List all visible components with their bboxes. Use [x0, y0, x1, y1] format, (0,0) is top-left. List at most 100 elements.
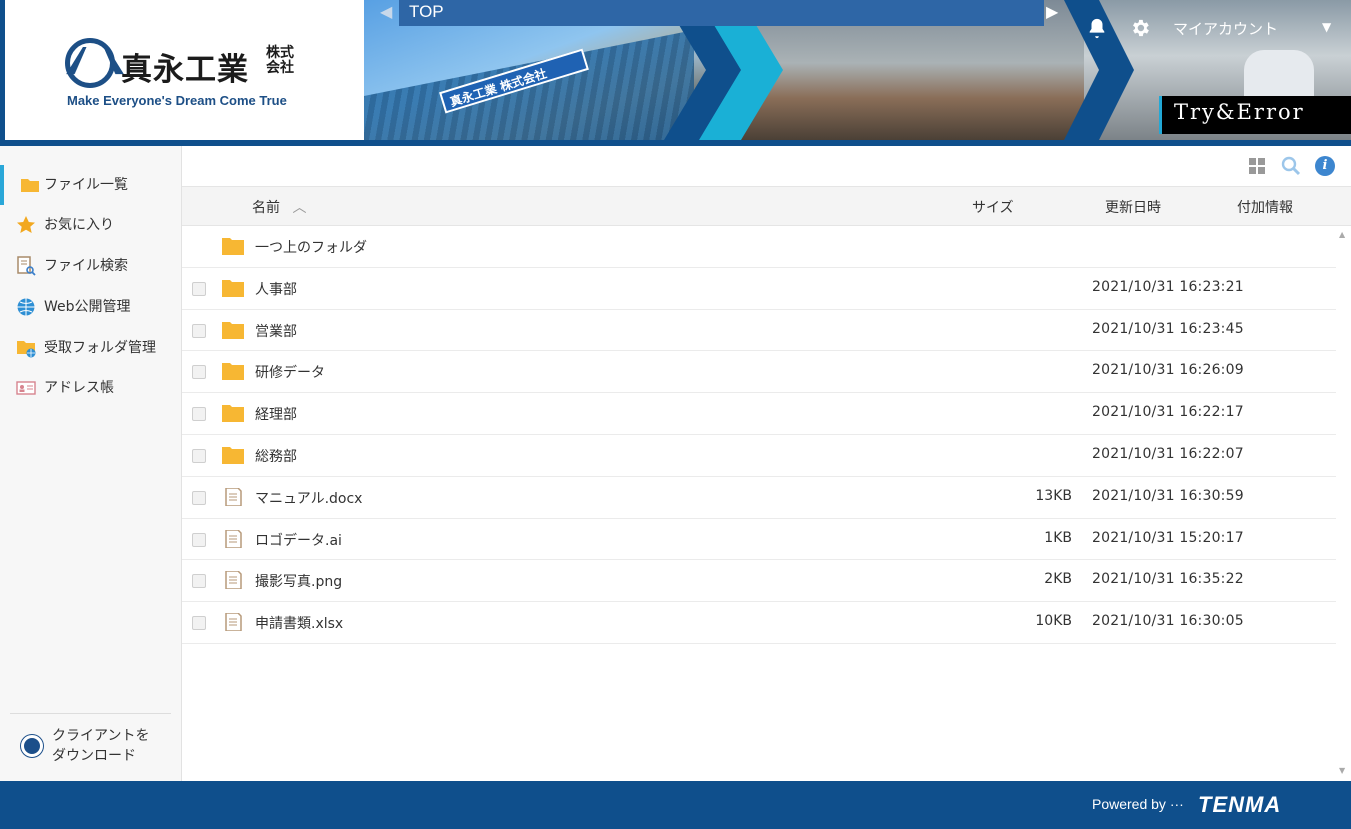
scroll-up-icon[interactable]: ▲ [1339, 230, 1345, 239]
address-card-icon [16, 381, 36, 395]
gear-icon[interactable] [1129, 17, 1151, 39]
file-name[interactable]: 申請書類.xlsx [255, 613, 343, 633]
sidebar-item-label: 受取フォルダ管理 [44, 340, 156, 356]
bell-icon[interactable] [1086, 17, 1108, 39]
toolbar: i [182, 146, 1351, 186]
download-globe-icon [21, 735, 43, 757]
company-logo[interactable]: 真永工業 株式会社 Make Everyone's Dream Come Tru… [5, 0, 364, 140]
search-icon[interactable] [1281, 156, 1301, 176]
grid-view-icon[interactable] [1249, 158, 1265, 174]
download-label-line1: クライアントを [52, 728, 150, 744]
folder-icon [222, 405, 244, 423]
parent-folder-label: 一つ上のフォルダ [255, 240, 367, 256]
star-icon [17, 216, 35, 233]
table-row[interactable]: 人事部 2021/10/31 16:23:21 [182, 268, 1336, 310]
column-size-header[interactable]: サイズ [972, 197, 1014, 217]
file-name[interactable]: マニュアル.docx [255, 488, 362, 508]
powered-by-label: Powered by ··· [1092, 796, 1184, 812]
file-size: 13KB [1035, 487, 1072, 504]
file-name[interactable]: 営業部 [255, 321, 297, 341]
chevron-down-icon[interactable]: ▼ [1322, 20, 1331, 34]
breadcrumb-next-icon[interactable]: ▶ [1046, 2, 1060, 24]
column-name-header[interactable]: 名前 ︿ [252, 197, 306, 217]
company-name: 真永工業 [121, 52, 249, 88]
info-icon[interactable]: i [1315, 156, 1335, 176]
row-checkbox[interactable] [192, 616, 206, 631]
table-row[interactable]: マニュアル.docx 13KB 2021/10/31 16:30:59 [182, 477, 1336, 519]
row-checkbox[interactable] [192, 448, 206, 463]
file-modified: 2021/10/31 16:26:09 [1092, 362, 1244, 379]
row-checkbox[interactable] [192, 323, 206, 338]
download-label-line2: ダウンロード [52, 748, 136, 764]
file-name[interactable]: 人事部 [255, 279, 297, 299]
folder-icon [222, 321, 244, 339]
row-checkbox[interactable] [192, 574, 206, 589]
sidebar-item-file-list[interactable]: ファイル一覧 [0, 165, 181, 205]
document-icon [225, 613, 242, 632]
file-size: 2KB [1044, 571, 1072, 588]
my-account-menu[interactable]: マイアカウント [1173, 18, 1278, 39]
row-checkbox[interactable] [192, 365, 206, 380]
banner-slogan: Try&Error [1159, 96, 1351, 134]
sidebar-item-favorites[interactable]: お気に入り [0, 205, 181, 245]
column-name-label: 名前 [252, 200, 280, 216]
file-name[interactable]: ロゴデータ.ai [255, 530, 342, 550]
file-modified: 2021/10/31 16:23:45 [1092, 320, 1244, 337]
breadcrumb-prev-icon[interactable]: ◀ [380, 2, 394, 24]
table-row[interactable]: 営業部 2021/10/31 16:23:45 [182, 310, 1336, 352]
column-modified-header[interactable]: 更新日時 [1105, 197, 1161, 217]
file-modified: 2021/10/31 15:20:17 [1092, 529, 1244, 546]
table-row[interactable]: 研修データ 2021/10/31 16:26:09 [182, 351, 1336, 394]
file-name[interactable]: 撮影写真.png [255, 571, 342, 591]
file-search-icon [17, 256, 36, 276]
document-icon [225, 487, 242, 506]
file-modified: 2021/10/31 16:35:22 [1092, 571, 1244, 588]
table-row[interactable]: 撮影写真.png 2KB 2021/10/31 16:35:22 [182, 560, 1336, 603]
receive-folder-icon [17, 341, 36, 358]
sidebar-item-label: アドレス帳 [44, 380, 114, 396]
sidebar-item-label: ファイル検索 [44, 258, 128, 274]
breadcrumb-top[interactable]: TOP [409, 2, 444, 21]
file-modified: 2021/10/31 16:22:07 [1092, 445, 1244, 462]
folder-icon [222, 363, 244, 381]
row-checkbox[interactable] [192, 407, 206, 422]
row-checkbox[interactable] [192, 490, 206, 505]
sidebar-item-label: Web公開管理 [44, 299, 131, 315]
folder-icon [21, 179, 39, 192]
breadcrumb[interactable]: TOP [399, 0, 1044, 26]
sidebar-item-file-search[interactable]: ファイル検索 [0, 246, 181, 286]
sidebar-item-label: ファイル一覧 [44, 177, 128, 193]
sidebar-item-label: お気に入り [44, 217, 114, 233]
sidebar-item-web-publish[interactable]: Web公開管理 [0, 287, 181, 327]
column-extra-header[interactable]: 付加情報 [1237, 197, 1293, 217]
download-client-button[interactable]: クライアントを ダウンロード [10, 713, 171, 781]
folder-icon [222, 238, 244, 255]
tenma-logo: TENMA [1198, 792, 1282, 817]
table-row[interactable]: 総務部 2021/10/31 16:22:07 [182, 435, 1336, 477]
sidebar-item-receive-folder[interactable]: 受取フォルダ管理 [0, 328, 181, 368]
app-header: 真永工業 株式会社 Make Everyone's Dream Come Tru… [0, 0, 1351, 146]
file-modified: 2021/10/31 16:30:59 [1092, 487, 1244, 504]
file-list-panel: i 名前 ︿ サイズ 更新日時 付加情報 一つ上のフォルダ 人事部 2021/1… [182, 146, 1351, 781]
table-header: 名前 ︿ サイズ 更新日時 付加情報 [182, 186, 1351, 226]
row-checkbox[interactable] [192, 532, 206, 547]
table-row[interactable]: ロゴデータ.ai 1KB 2021/10/31 15:20:17 [182, 519, 1336, 561]
file-name[interactable]: 経理部 [255, 404, 297, 424]
company-corp-suffix: 株式会社 [266, 45, 294, 76]
sidebar-item-address-book[interactable]: アドレス帳 [0, 368, 181, 408]
sort-ascending-icon[interactable]: ︿ [292, 200, 306, 216]
parent-folder-row[interactable]: 一つ上のフォルダ [182, 226, 1336, 268]
document-icon [225, 571, 242, 590]
table-row[interactable]: 申請書類.xlsx 10KB 2021/10/31 16:30:05 [182, 602, 1336, 644]
file-name[interactable]: 研修データ [255, 362, 325, 382]
vertical-scrollbar[interactable]: ▲ ▼ [1336, 226, 1351, 781]
download-client-label: クライアントを ダウンロード [52, 726, 149, 766]
row-checkbox[interactable] [192, 281, 206, 296]
file-modified: 2021/10/31 16:23:21 [1092, 278, 1244, 295]
scroll-down-icon[interactable]: ▼ [1339, 766, 1345, 775]
file-name[interactable]: 総務部 [255, 446, 297, 466]
company-logo-mark [65, 38, 115, 88]
table-row[interactable]: 経理部 2021/10/31 16:22:17 [182, 393, 1336, 435]
folder-icon [222, 279, 244, 297]
sidebar: ファイル一覧 お気に入り ファイル検索 Web公開管理 受取フォルダ管理 アドレ… [0, 146, 182, 781]
